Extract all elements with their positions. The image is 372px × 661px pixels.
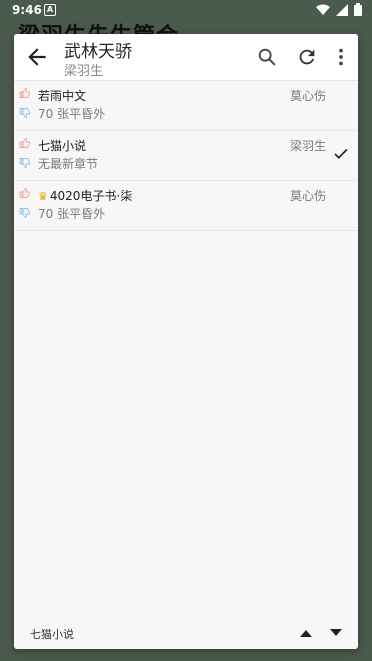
source-row-1[interactable]: 若雨中文 70 张平昏外 莫心伤 [14,81,358,131]
arrow-down-icon[interactable] [328,627,344,639]
refresh-icon[interactable] [296,46,318,68]
thumb-up-icon[interactable] [19,87,31,99]
book-title: 武林天骄 [64,42,132,62]
signal-icon [336,3,348,16]
thumb-down-icon[interactable] [19,107,31,119]
source-name-text: 4020电子书·柒 [49,189,133,203]
wifi-icon [316,4,330,15]
current-source-label: 七猫小说 [30,628,74,641]
source-author: 莫心伤 [289,189,326,203]
source-list: 若雨中文 70 张平昏外 莫心伤 七猫小说 无最新章节 梁羽生 ♛ 4020电子书… [14,81,358,231]
status-time: 9:46 [12,3,42,17]
source-name: 若雨中文 [38,89,87,103]
source-latest-chapter: 无最新章节 [38,157,99,171]
notification-icon: A [44,4,56,16]
source-row-3[interactable]: ♛ 4020电子书·柒 70 张平昏外 莫心伤 [14,181,358,231]
back-arrow-icon[interactable] [24,44,50,70]
thumb-up-icon[interactable] [19,187,31,199]
source-latest-chapter: 70 张平昏外 [38,107,106,121]
dialog-toolbar: 武林天骄 梁羽生 [14,34,358,81]
thumb-up-icon[interactable] [19,137,31,149]
thumb-down-icon[interactable] [19,207,31,219]
change-source-dialog: 武林天骄 梁羽生 若雨中文 70 张平昏外 莫心伤 七猫小说 无最新章节 梁羽生… [14,34,358,649]
dialog-footer: 七猫小说 [14,617,358,649]
source-author: 莫心伤 [289,89,326,103]
source-name: ♛ 4020电子书·柒 [38,187,132,204]
book-author: 梁羽生 [64,64,104,79]
source-latest-chapter: 70 张平昏外 [38,207,106,221]
system-icons [316,3,362,16]
more-vert-icon[interactable] [330,46,352,68]
search-icon[interactable] [256,46,278,68]
source-name: 七猫小说 [38,139,87,153]
selected-check-icon [334,148,348,159]
arrow-up-icon[interactable] [298,627,314,639]
source-author: 梁羽生 [289,139,326,153]
thumb-down-icon[interactable] [19,157,31,169]
battery-icon [354,3,362,16]
crown-icon: ♛ [38,190,48,203]
source-row-2[interactable]: 七猫小说 无最新章节 梁羽生 [14,131,358,181]
